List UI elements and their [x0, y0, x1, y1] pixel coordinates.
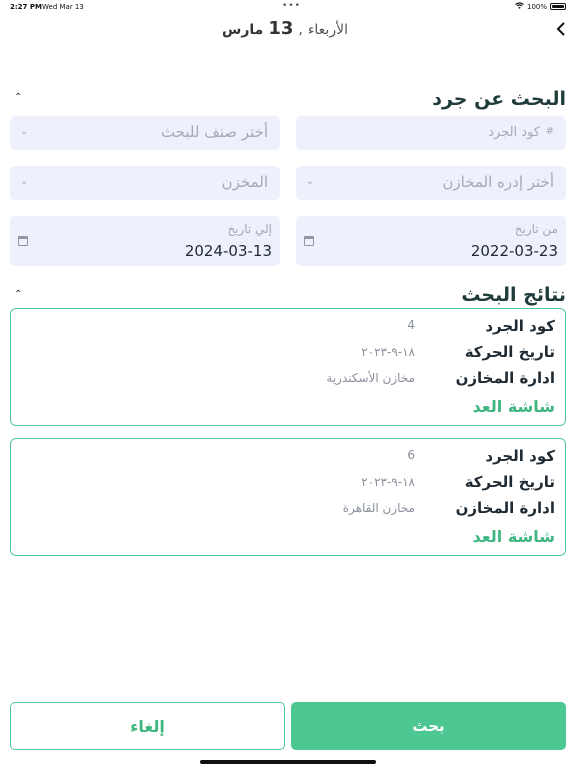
inventory-code-placeholder: كود الجرد: [488, 125, 540, 140]
chevron-down-icon: ⌄: [20, 176, 29, 187]
warehouse-admin-value: مخازن القاهرة: [342, 501, 415, 515]
chevron-down-icon: ⌄: [306, 176, 315, 187]
calendar-icon: [18, 236, 28, 246]
inventory-code-field[interactable]: # كود الجرد: [296, 116, 566, 150]
results-section-title: نتائج البحث: [461, 284, 566, 306]
movement-date-value: ١٨-٩-٢٠٢٣: [361, 475, 415, 489]
warehouse-select[interactable]: المخزن ⌄: [10, 166, 280, 200]
to-date-value: 2024-03-13: [184, 242, 272, 260]
movement-date-label: تاريخ الحركة: [464, 343, 555, 361]
chevron-left-icon: [556, 22, 565, 36]
from-date-field[interactable]: من تاريخ 2022-03-23: [296, 216, 566, 266]
status-date: Wed Mar 13: [42, 3, 84, 11]
battery-percent: 100%: [526, 2, 547, 11]
warehouse-admin-label: ادارة المخازن: [455, 369, 555, 387]
battery-icon: [550, 3, 566, 10]
search-button[interactable]: بحث: [291, 702, 566, 750]
to-date-field[interactable]: إلي تاريخ 2024-03-13: [10, 216, 280, 266]
status-bar: 2:27 PM Wed Mar 13 ••• 100%: [0, 0, 576, 14]
date-separator: ,: [298, 22, 303, 38]
search-section-title: البحث عن جرد: [432, 88, 566, 110]
wifi-icon: [515, 2, 524, 11]
date-day: 13: [268, 18, 294, 39]
back-button[interactable]: [556, 22, 570, 40]
to-date-label: إلي تاريخ: [227, 222, 272, 236]
category-placeholder: أختر صنف للبحث: [160, 123, 268, 141]
warehouse-admin-label: ادارة المخازن: [455, 499, 555, 517]
counter-screen-link[interactable]: شاشة العد: [472, 527, 555, 546]
warehouse-placeholder: المخزن: [221, 173, 268, 191]
from-date-label: من تاريخ: [514, 222, 558, 236]
results-collapse-chevron-icon[interactable]: ⌃: [14, 289, 22, 300]
warehouse-admin-placeholder: أختر إدره المخازن: [442, 173, 554, 191]
counter-screen-link[interactable]: شاشة العد: [472, 397, 555, 416]
chevron-down-icon: ⌄: [20, 126, 29, 137]
movement-date-label: تاريخ الحركة: [464, 473, 555, 491]
warehouse-admin-select[interactable]: أختر إدره المخازن ⌄: [296, 166, 566, 200]
warehouse-admin-value: مخازن الأسكندرية: [326, 371, 415, 385]
date-month: مارس: [222, 22, 264, 38]
code-label: كود الجرد: [485, 447, 555, 465]
code-label: كود الجرد: [485, 317, 555, 335]
status-indicators: 100%: [515, 2, 566, 11]
multitasking-dots-icon[interactable]: •••: [282, 1, 301, 11]
category-select[interactable]: أختر صنف للبحث ⌄: [10, 116, 280, 150]
date-weekday: الأربعاء: [307, 22, 348, 38]
hash-icon: #: [545, 126, 554, 137]
from-date-value: 2022-03-23: [470, 242, 558, 260]
cancel-button[interactable]: إلغاء: [10, 702, 285, 750]
date-title: مارس 13 , الأربعاء: [222, 18, 362, 44]
code-value: 6: [407, 448, 415, 462]
calendar-icon: [304, 236, 314, 246]
home-indicator: [200, 760, 376, 764]
result-card-2[interactable]: كود الجرد 6 تاريخ الحركة ١٨-٩-٢٠٢٣ ادارة…: [10, 438, 566, 556]
movement-date-value: ١٨-٩-٢٠٢٣: [361, 345, 415, 359]
result-card-1[interactable]: كود الجرد 4 تاريخ الحركة ١٨-٩-٢٠٢٣ ادارة…: [10, 308, 566, 426]
search-collapse-chevron-icon[interactable]: ⌃: [14, 92, 22, 103]
code-value: 4: [407, 318, 415, 332]
status-time: 2:27 PM: [10, 3, 42, 11]
